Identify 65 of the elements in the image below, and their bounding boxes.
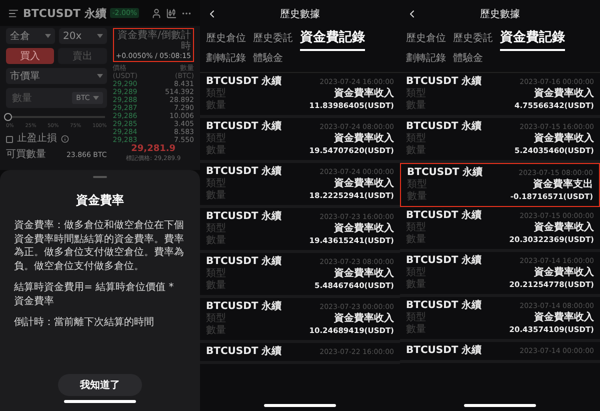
person-icon[interactable]: [151, 8, 162, 18]
candlestick-chart-icon[interactable]: [166, 8, 177, 18]
checkbox[interactable]: [6, 136, 13, 142]
record-symbol: BTCUSDT 永續: [206, 211, 282, 222]
record-symbol: BTCUSDT 永續: [206, 346, 282, 358]
last-price: 29,281.9: [130, 144, 177, 155]
sheet-handle[interactable]: [93, 176, 107, 178]
record-symbol: BTCUSDT 永續: [406, 121, 482, 132]
record-symbol: BTCUSDT 永續: [206, 256, 282, 268]
type-value: 資金費率收入: [534, 133, 594, 145]
available-label: 可買數量: [6, 149, 46, 161]
record-symbol: BTCUSDT 永續: [206, 301, 282, 312]
record-symbol: BTCUSDT 永續: [406, 300, 482, 312]
margin-mode-dropdown[interactable]: 全倉: [6, 28, 56, 44]
type-value: 資金費率收入: [534, 222, 594, 234]
tab[interactable]: 劃轉記錄: [206, 51, 246, 70]
home-indicator: [64, 400, 136, 403]
slider-thumb[interactable]: [4, 113, 12, 121]
type-value: 資金費率收入: [334, 88, 394, 100]
caret-icon: [96, 74, 103, 78]
type-value: 資金費率收入: [334, 268, 394, 280]
type-value: 資金費率收入: [534, 267, 594, 279]
record-symbol: BTCUSDT 永續: [407, 167, 483, 178]
tab[interactable]: 歷史倉位: [206, 31, 246, 50]
record-symbol: BTCUSDT 永續: [206, 121, 282, 132]
record-symbol: BTCUSDT 永續: [406, 76, 482, 88]
symbol-title: BTCUSDT 永續: [23, 6, 106, 20]
record-symbol: BTCUSDT 永續: [406, 210, 482, 222]
tab[interactable]: 歷史委託: [453, 31, 493, 50]
type-value: 資金費率收入: [334, 133, 394, 145]
record-symbol: BTCUSDT 永續: [206, 76, 282, 88]
funding-rate-label: 資金費率/倒數計時: [116, 30, 191, 52]
order-type-dropdown[interactable]: 市價單: [6, 68, 107, 84]
home-indicator: [464, 404, 536, 407]
tab[interactable]: 體驗金: [253, 51, 283, 70]
side-tab[interactable]: 買入: [6, 48, 54, 64]
type-value: 資金費率收入: [534, 88, 594, 100]
menu-icon[interactable]: [8, 8, 19, 18]
tab[interactable]: 資金費記錄: [500, 28, 565, 51]
type-value: 資金費率支出: [533, 179, 593, 191]
caret-icon: [45, 34, 52, 38]
tab[interactable]: 歷史委託: [253, 31, 293, 50]
type-value: 資金費率收入: [534, 312, 594, 324]
tab[interactable]: 歷史倉位: [406, 31, 446, 50]
caret-icon: [96, 34, 103, 38]
info-icon: [61, 135, 69, 143]
record-symbol: BTCUSDT 永續: [406, 255, 482, 266]
home-indicator: [264, 404, 336, 407]
type-value: 資金費率收入: [334, 313, 394, 325]
type-value: 資金費率收入: [334, 223, 394, 235]
type-value: 資金費率收入: [334, 178, 394, 190]
got-it-button[interactable]: 我知道了: [58, 374, 142, 396]
tab[interactable]: 資金費記錄: [300, 28, 365, 51]
tab[interactable]: 體驗金: [453, 51, 483, 70]
sheet-paragraph: 資金費率：做多倉位和做空倉位在下個資金費率時間點結算的資金費率。費率為正。做多倉位支付做空倉位。費率為負。做空倉位支付做多倉位。: [14, 219, 185, 273]
sheet-paragraph: 結算時資金費用= 結算時倉位價值 * 資金費率: [14, 281, 175, 308]
record-symbol: BTCUSDT 永續: [406, 345, 482, 357]
record-symbol: BTCUSDT 永續: [206, 166, 282, 178]
leverage-dropdown[interactable]: 20x: [59, 28, 107, 44]
tab[interactable]: 劃轉記錄: [406, 51, 446, 70]
screen-title: 歷史數據: [480, 8, 520, 21]
sheet-title: 資金費率: [76, 192, 124, 209]
screen-title: 歷史數據: [280, 8, 320, 21]
tpsl-label: 止盈止損: [17, 133, 57, 145]
sheet-paragraph: 倒計時：當前離下次結算的時間: [14, 316, 155, 330]
